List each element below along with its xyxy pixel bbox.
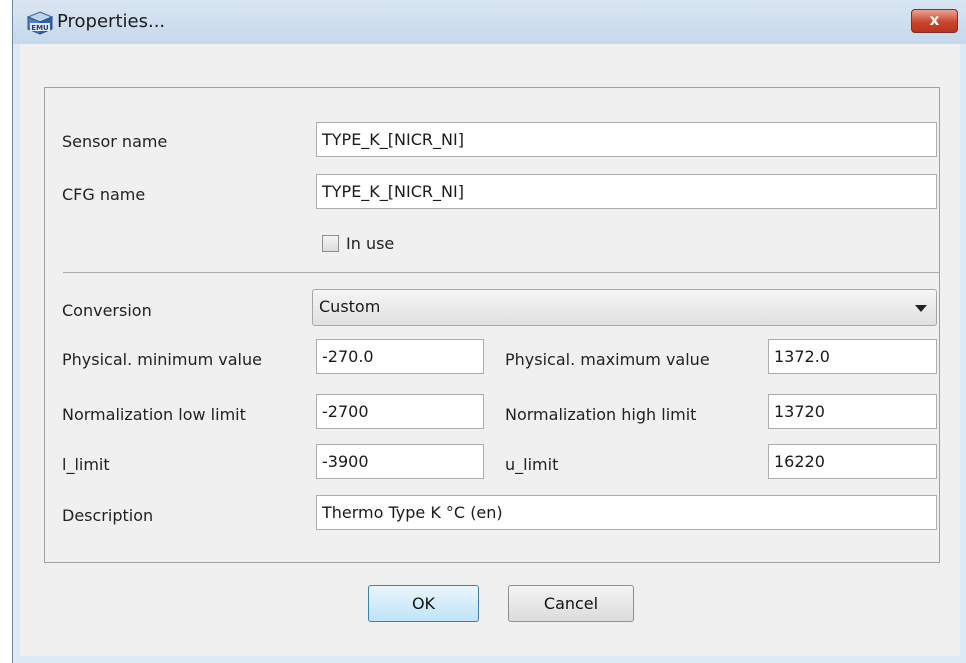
properties-dialog: EMU Properties... x Sensor name TYPE_K_[… [12,0,966,663]
dialog-body: Sensor name TYPE_K_[NICR_NI] CFG name TY… [20,44,960,656]
in-use-checkbox[interactable] [322,235,339,252]
ok-button[interactable]: OK [368,585,479,622]
phys-max-field[interactable]: 1372.0 [768,339,937,374]
u-limit-field[interactable]: 16220 [768,444,937,479]
l-limit-label: l_limit [62,455,110,474]
norm-low-label: Normalization low limit [62,405,246,424]
phys-min-field[interactable]: -270.0 [316,339,484,374]
sensor-name-field[interactable]: TYPE_K_[NICR_NI] [316,122,937,157]
conversion-label: Conversion [62,301,152,320]
cfg-name-label: CFG name [62,185,146,204]
close-icon: x [929,11,940,29]
phys-min-label: Physical. minimum value [62,350,262,369]
norm-low-field[interactable]: -2700 [316,394,484,429]
section-divider [63,272,939,273]
window-title: Properties... [57,11,166,32]
u-limit-label: u_limit [505,455,559,474]
conversion-selected-value: Custom [319,297,381,316]
svg-text:EMU: EMU [31,24,49,32]
sensor-name-label: Sensor name [62,132,168,151]
cancel-button[interactable]: Cancel [508,585,634,622]
phys-max-label: Physical. maximum value [505,350,710,369]
app-cube-icon: EMU [27,11,53,35]
title-bar[interactable]: EMU Properties... x [13,0,966,44]
norm-high-field[interactable]: 13720 [768,394,937,429]
norm-high-label: Normalization high limit [505,405,697,424]
close-button[interactable]: x [911,9,958,33]
chevron-down-icon[interactable] [915,305,927,312]
description-field[interactable]: Thermo Type K °C (en) [316,495,937,530]
conversion-select[interactable]: Custom [312,289,937,326]
in-use-label: In use [346,234,395,253]
cfg-name-field[interactable]: TYPE_K_[NICR_NI] [316,174,937,209]
description-label: Description [62,506,154,525]
l-limit-field[interactable]: -3900 [316,444,484,479]
